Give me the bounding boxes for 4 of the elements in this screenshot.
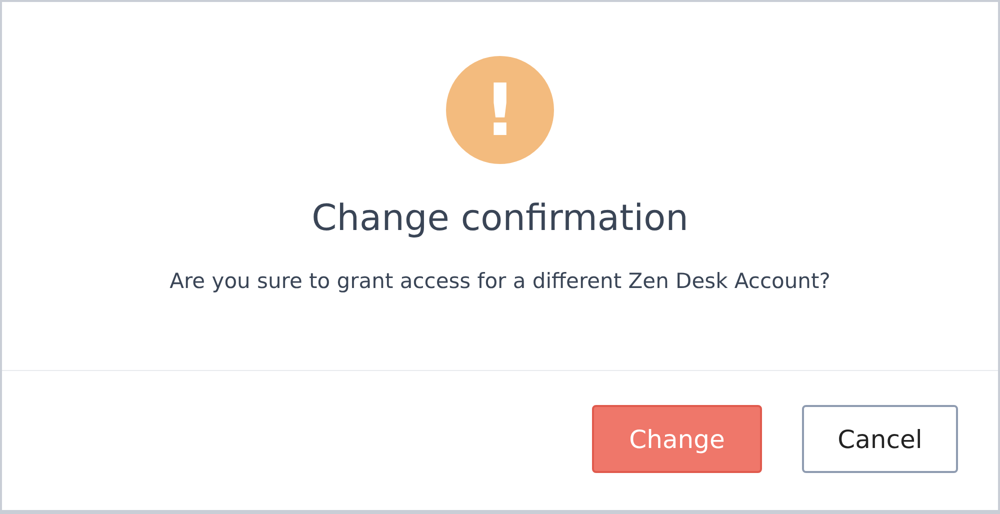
dialog-title: Change confirmation [312,198,688,239]
warning-icon: ! [446,56,554,164]
dialog-message: Are you sure to grant access for a different Zen Desk Account? [170,269,830,293]
cancel-button[interactable]: Cancel [802,405,958,473]
